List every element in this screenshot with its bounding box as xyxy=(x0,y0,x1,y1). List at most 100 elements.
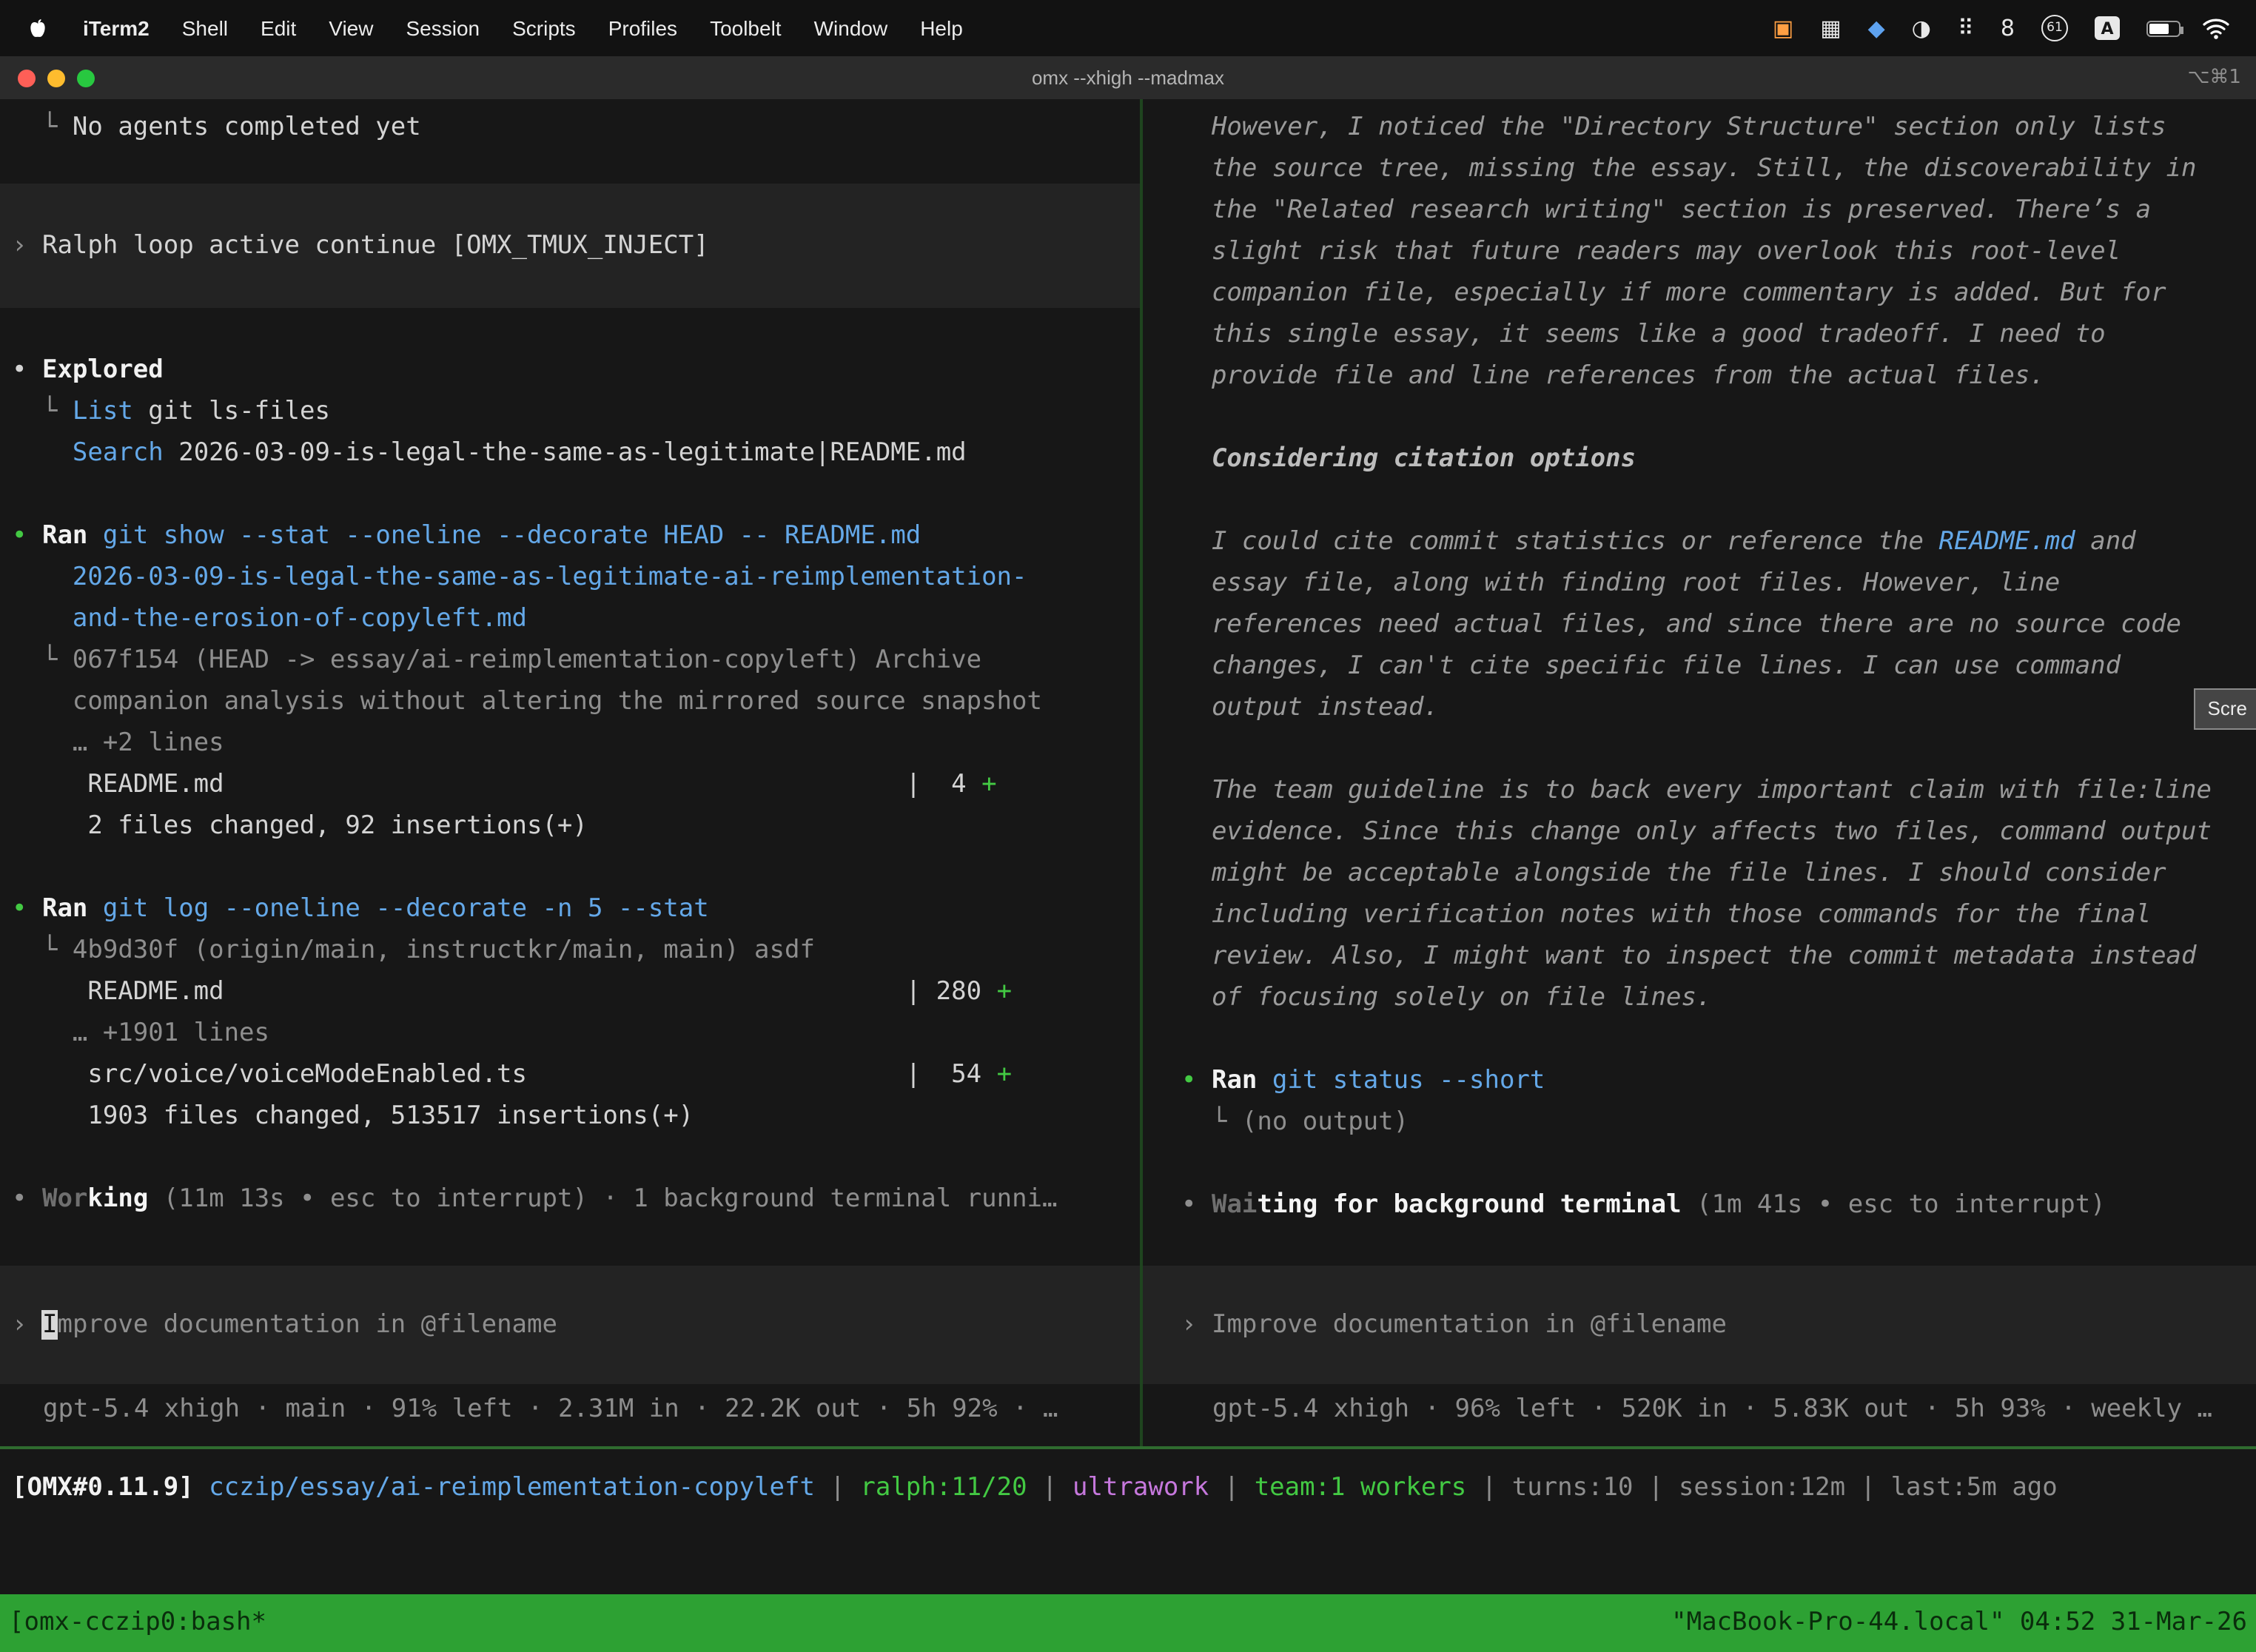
terminal-line: • Working (11m 13s • esc to interrupt) ·… xyxy=(12,1178,1140,1220)
terminal-line: Considering citation options xyxy=(1181,438,2256,480)
terminal-line: companion analysis without altering the … xyxy=(12,681,1140,722)
terminal-line: └ 4b9d30f (origin/main, instructkr/main,… xyxy=(12,930,1140,971)
status-separator xyxy=(0,1446,2256,1449)
key-icon[interactable]: 8 xyxy=(2001,15,2015,41)
terminal-line: I could cite commit statistics or refere… xyxy=(1181,521,2256,563)
terminal-line xyxy=(1181,1143,2256,1184)
terminal-line: of focusing solely on file lines. xyxy=(1181,977,2256,1018)
terminal-line: › Improve documentation in @filename xyxy=(1181,1304,1727,1346)
right-terminal-pane[interactable]: However, I noticed the "Directory Struct… xyxy=(1143,99,2256,1446)
terminal-line xyxy=(12,474,1140,515)
left-terminal-pane[interactable]: └ No agents completed yet › Ralph loop a… xyxy=(0,99,1140,1446)
terminal-line: └ 067f154 (HEAD -> essay/ai-reimplementa… xyxy=(12,639,1140,681)
terminal-line: 2026-03-09-is-legal-the-same-as-legitima… xyxy=(12,557,1140,598)
terminal-line: The team guideline is to back every impo… xyxy=(1181,770,2256,811)
ralph-loop-banner-text: › Ralph loop active continue [OMX_TMUX_I… xyxy=(12,225,709,266)
left-prompt-text: › Improve documentation in @filename xyxy=(12,1304,557,1346)
terminal-line: [OMX#0.11.9] cczip/essay/ai-reimplementa… xyxy=(12,1467,2058,1508)
terminal-line: the "Related research writing" section i… xyxy=(1181,189,2256,231)
contrast-icon[interactable]: ◑ xyxy=(1912,15,1931,41)
menu-item-window[interactable]: Window xyxy=(798,0,904,56)
apple-menu[interactable] xyxy=(0,16,67,41)
menu-bar-icons: ▣ ▦ ◆ ◑ ⠿ 8 61 A xyxy=(1759,15,2133,41)
menu-item-help[interactable]: Help xyxy=(904,0,979,56)
macos-menu-bar: iTerm2ShellEditViewSessionScriptsProfile… xyxy=(0,0,2256,56)
menu-item-session[interactable]: Session xyxy=(389,0,496,56)
terminal-line: … +2 lines xyxy=(12,722,1140,764)
menu-item-scripts[interactable]: Scripts xyxy=(496,0,592,56)
left-model-status: gpt-5.4 xhigh · main · 91% left · 2.31M … xyxy=(43,1389,1058,1430)
right-prompt-text: › Improve documentation in @filename xyxy=(1181,1304,1727,1346)
menu-items: iTerm2ShellEditViewSessionScriptsProfile… xyxy=(67,0,979,56)
terminal-line: Search 2026-03-09-is-legal-the-same-as-l… xyxy=(12,432,1140,474)
terminal-line: • Ran git log --oneline --decorate -n 5 … xyxy=(12,888,1140,930)
menu-item-toolbelt[interactable]: Toolbelt xyxy=(694,0,798,56)
tmux-session-label[interactable]: [omx-cczip0:bash* xyxy=(9,1594,266,1652)
terminal-line: references need actual files, and since … xyxy=(1181,604,2256,645)
apple-icon xyxy=(27,16,49,41)
terminal-line: the source tree, missing the essay. Stil… xyxy=(1181,148,2256,189)
terminal-line: README.md | 4 + xyxy=(12,764,1140,805)
left-scrollback: • Explored └ List git ls-files Search 20… xyxy=(12,349,1140,1220)
menu-item-profiles[interactable]: Profiles xyxy=(592,0,694,56)
terminal-line: and-the-erosion-of-copyleft.md xyxy=(12,598,1140,639)
terminal-line xyxy=(12,847,1140,888)
terminal-line: … +1901 lines xyxy=(12,1013,1140,1054)
terminal-line: └ (no output) xyxy=(1181,1101,2256,1143)
screen-edge-button[interactable]: Scre xyxy=(2195,688,2256,730)
ralph-loop-banner: › Ralph loop active continue [OMX_TMUX_I… xyxy=(0,184,1140,308)
terminal-line: However, I noticed the "Directory Struct… xyxy=(1181,107,2256,148)
terminal-line xyxy=(1181,728,2256,770)
terminal-line: output instead. xyxy=(1181,687,2256,728)
menu-item-edit[interactable]: Edit xyxy=(244,0,312,56)
battery-icon[interactable] xyxy=(2146,20,2181,36)
tmux-status-bar: [omx-cczip0:bash* "MacBook-Pro-44.local"… xyxy=(0,1594,2256,1652)
terminal-line: essay file, along with finding root file… xyxy=(1181,563,2256,604)
terminal-line: review. Also, I might want to inspect th… xyxy=(1181,936,2256,977)
terminal-line: • Explored xyxy=(12,349,1140,391)
dots-grid-icon[interactable]: ⠿ xyxy=(1958,15,1974,41)
terminal-line: provide file and line references from th… xyxy=(1181,355,2256,397)
terminal-line xyxy=(1181,1018,2256,1060)
terminal-line: this single essay, it seems like a good … xyxy=(1181,314,2256,355)
right-model-status: gpt-5.4 xhigh · 96% left · 520K in · 5.8… xyxy=(1212,1389,2212,1430)
screen-recording-icon[interactable]: ▣ xyxy=(1773,15,1793,41)
terminal-line: evidence. Since this change only affects… xyxy=(1181,811,2256,853)
window-title: omx --xhigh --madmax xyxy=(0,56,2256,99)
terminal-line xyxy=(12,1137,1140,1178)
menu-item-view[interactable]: View xyxy=(312,0,389,56)
window-title-bar[interactable]: omx --xhigh --madmax ⌥⌘1 xyxy=(0,56,2256,99)
terminal-line: companion file, especially if more comme… xyxy=(1181,272,2256,314)
tmux-host-clock: "MacBook-Pro-44.local" 04:52 31-Mar-26 xyxy=(1671,1594,2247,1652)
input-source-icon[interactable]: A xyxy=(2095,16,2120,40)
battery-percent-icon[interactable]: 61 xyxy=(2041,15,2068,41)
terminal-line: └ List git ls-files xyxy=(12,391,1140,432)
window-shortcut-badge: ⌥⌘1 xyxy=(2187,56,2241,99)
wifi-icon[interactable] xyxy=(2203,17,2229,39)
terminal-line: 2 files changed, 92 insertions(+) xyxy=(12,805,1140,847)
grid-icon[interactable]: ▦ xyxy=(1820,15,1841,41)
terminal-line: including verification notes with those … xyxy=(1181,894,2256,936)
terminal-line: 1903 files changed, 513517 insertions(+) xyxy=(12,1095,1140,1137)
raycast-icon[interactable]: ◆ xyxy=(1868,15,1885,41)
terminal-line: › Ralph loop active continue [OMX_TMUX_I… xyxy=(12,225,709,266)
terminal-line: slight risk that future readers may over… xyxy=(1181,231,2256,272)
agents-status-line: └ No agents completed yet xyxy=(12,107,421,148)
right-prompt-input[interactable]: › Improve documentation in @filename xyxy=(1143,1266,2256,1384)
screen: iTerm2ShellEditViewSessionScriptsProfile… xyxy=(0,0,2256,1652)
right-scrollback: However, I noticed the "Directory Struct… xyxy=(1181,107,2256,1226)
terminal-line xyxy=(1181,480,2256,521)
terminal-line: • Waiting for background terminal (1m 41… xyxy=(1181,1184,2256,1226)
left-prompt-input[interactable]: › Improve documentation in @filename xyxy=(0,1266,1140,1384)
terminal-line: • Ran git status --short xyxy=(1181,1060,2256,1101)
omx-session-status: [OMX#0.11.9] cczip/essay/ai-reimplementa… xyxy=(12,1467,2058,1508)
menu-item-iterm2[interactable]: iTerm2 xyxy=(67,0,166,56)
terminal-line: › Improve documentation in @filename xyxy=(12,1304,557,1346)
terminal-line: might be acceptable alongside the file l… xyxy=(1181,853,2256,894)
menu-bar-status-area: ▣ ▦ ◆ ◑ ⠿ 8 61 A xyxy=(1759,15,2256,41)
menu-item-shell[interactable]: Shell xyxy=(166,0,244,56)
terminal-line: • Ran git show --stat --oneline --decora… xyxy=(12,515,1140,557)
terminal-line: └ No agents completed yet xyxy=(12,107,421,148)
terminal-line: README.md | 280 + xyxy=(12,971,1140,1013)
terminal-line: changes, I can't cite specific file line… xyxy=(1181,645,2256,687)
